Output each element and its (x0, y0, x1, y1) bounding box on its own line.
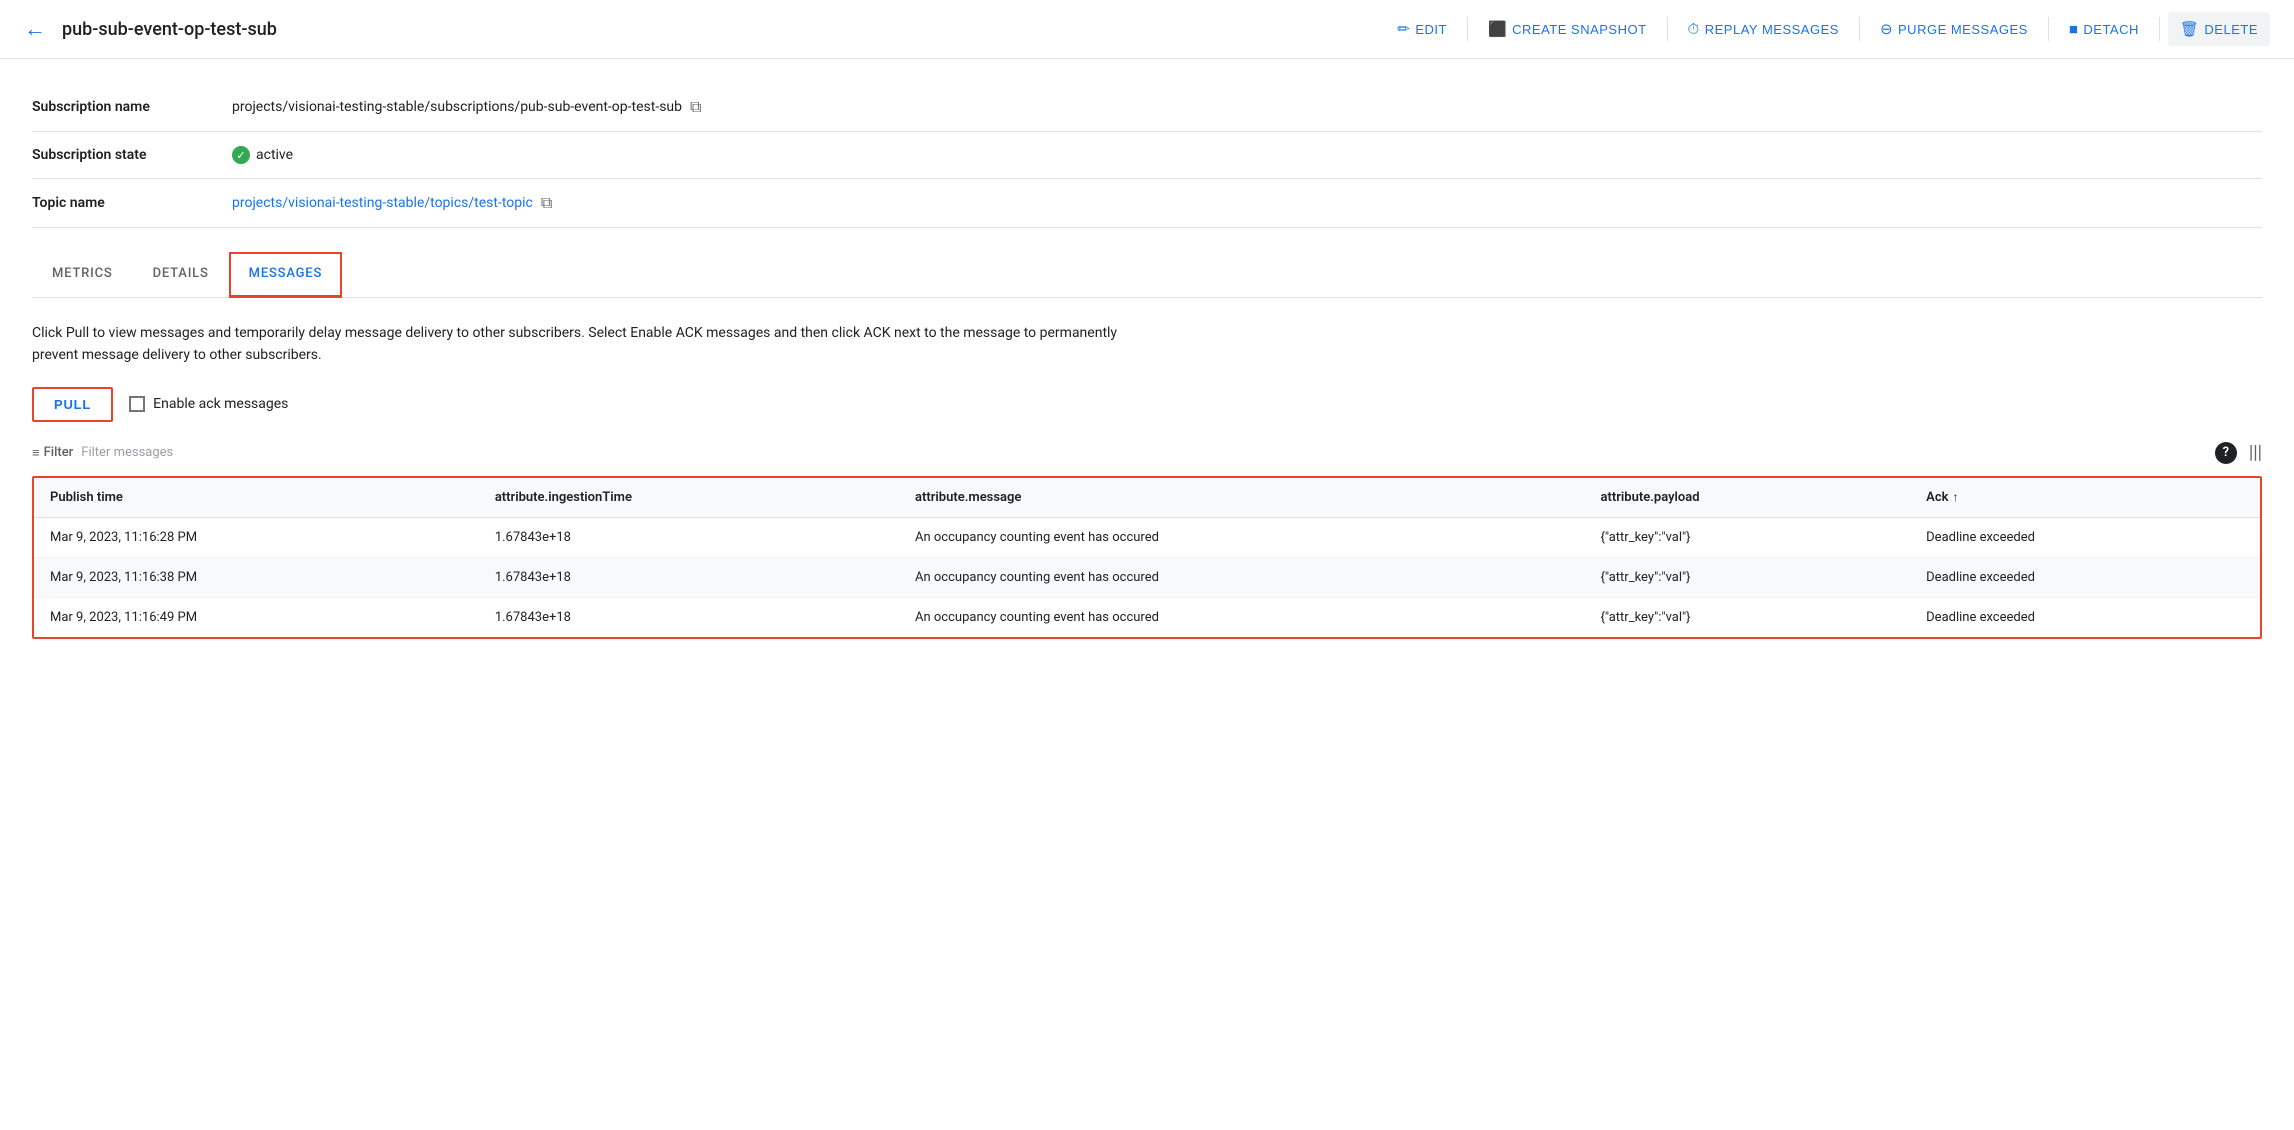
detach-button[interactable]: ■ DETACH (2057, 13, 2151, 46)
cell-publish-time: Mar 9, 2023, 11:16:38 PM (34, 557, 479, 597)
col-payload: attribute.payload (1584, 478, 1910, 518)
tabs-section: METRICS DETAILS MESSAGES (32, 252, 2262, 298)
subscription-state-label: Subscription state (32, 132, 232, 179)
copy-topic-name-icon[interactable]: ⧉ (541, 193, 552, 213)
cell-ingestion-time: 1.67843e+18 (479, 597, 899, 637)
filter-placeholder[interactable]: Filter messages (81, 445, 173, 460)
cell-ack: Deadline exceeded (1910, 557, 2260, 597)
replay-messages-label: REPLAY MESSAGES (1705, 22, 1839, 37)
cell-message: An occupancy counting event has occured (899, 557, 1584, 597)
ack-checkbox-row: Enable ack messages (129, 396, 288, 412)
cell-ingestion-time: 1.67843e+18 (479, 557, 899, 597)
create-snapshot-button[interactable]: ⬛ CREATE SNAPSHOT (1476, 12, 1659, 46)
cell-message: An occupancy counting event has occured (899, 517, 1584, 557)
cell-ingestion-time: 1.67843e+18 (479, 517, 899, 557)
divider-3 (1859, 17, 1860, 41)
trash-icon: 🗑 (2180, 20, 2200, 38)
tab-metrics[interactable]: METRICS (32, 252, 133, 298)
replay-icon: ⏱ (1688, 21, 1700, 38)
back-icon: ← (24, 16, 46, 42)
info-section: Subscription name projects/visionai-test… (0, 59, 2294, 236)
detach-icon: ■ (2069, 21, 2079, 38)
edit-button[interactable]: ✏ EDIT (1385, 12, 1459, 46)
tabs-bar: METRICS DETAILS MESSAGES (32, 252, 2262, 298)
delete-label: DELETE (2204, 22, 2258, 37)
toolbar-actions: ✏ EDIT ⬛ CREATE SNAPSHOT ⏱ REPLAY MESSAG… (1385, 12, 2270, 46)
description-text: Click Pull to view messages and temporar… (32, 322, 1132, 367)
enable-ack-label: Enable ack messages (153, 396, 288, 412)
cell-ack: Deadline exceeded (1910, 597, 2260, 637)
divider-5 (2159, 17, 2160, 41)
sort-arrow-icon[interactable]: ↑ (1952, 490, 1958, 504)
toolbar: ← pub-sub-event-op-test-sub ✏ EDIT ⬛ CRE… (0, 0, 2294, 59)
divider-4 (2048, 17, 2049, 41)
cell-payload: {"attr_key":"val"} (1584, 517, 1910, 557)
filter-label: Filter (44, 445, 74, 460)
subscription-state-row: Subscription state ✓ active (32, 132, 2262, 179)
cell-message: An occupancy counting event has occured (899, 597, 1584, 637)
cell-publish-time: Mar 9, 2023, 11:16:28 PM (34, 517, 479, 557)
subscription-state-text: active (256, 147, 293, 163)
subscription-name-label: Subscription name (32, 83, 232, 132)
messages-table-container: Publish time attribute.ingestionTime att… (32, 476, 2262, 639)
status-badge: ✓ active (232, 146, 2262, 164)
messages-content: Click Pull to view messages and temporar… (0, 298, 2294, 663)
pull-row: PULL Enable ack messages (32, 387, 2262, 422)
topic-name-label: Topic name (32, 179, 232, 228)
delete-button[interactable]: 🗑 DELETE (2168, 12, 2270, 46)
table-row: Mar 9, 2023, 11:16:49 PM 1.67843e+18 An … (34, 597, 2260, 637)
edit-label: EDIT (1415, 22, 1447, 37)
back-button[interactable]: ← (24, 12, 54, 46)
topic-name-text: projects/visionai-testing-stable/topics/… (232, 195, 533, 211)
topic-name-link[interactable]: projects/visionai-testing-stable/topics/… (232, 193, 2262, 213)
info-table: Subscription name projects/visionai-test… (32, 83, 2262, 228)
subscription-name-text: projects/visionai-testing-stable/subscri… (232, 99, 682, 115)
page-title: pub-sub-event-op-test-sub (62, 19, 277, 40)
filter-bar: ≡ Filter Filter messages ? ||| (32, 442, 2262, 472)
cell-payload: {"attr_key":"val"} (1584, 557, 1910, 597)
table-header: Publish time attribute.ingestionTime att… (34, 478, 2260, 518)
subscription-state-value-cell: ✓ active (232, 132, 2262, 179)
help-icon[interactable]: ? (2215, 442, 2237, 464)
filter-right: ? ||| (2215, 442, 2262, 464)
messages-table: Publish time attribute.ingestionTime att… (34, 478, 2260, 637)
purge-messages-button[interactable]: ⊖ PURGE MESSAGES (1868, 12, 2040, 46)
subscription-name-value-cell: projects/visionai-testing-stable/subscri… (232, 83, 2262, 132)
status-dot: ✓ (232, 146, 250, 164)
subscription-name-row: Subscription name projects/visionai-test… (32, 83, 2262, 132)
table-row: Mar 9, 2023, 11:16:38 PM 1.67843e+18 An … (34, 557, 2260, 597)
copy-subscription-name-icon[interactable]: ⧉ (690, 97, 701, 117)
filter-icon: ≡ (32, 445, 40, 461)
cell-ack: Deadline exceeded (1910, 517, 2260, 557)
replay-messages-button[interactable]: ⏱ REPLAY MESSAGES (1676, 13, 1851, 46)
col-publish-time: Publish time (34, 478, 479, 518)
table-body: Mar 9, 2023, 11:16:28 PM 1.67843e+18 An … (34, 517, 2260, 637)
purge-icon: ⊖ (1880, 20, 1893, 38)
cell-publish-time: Mar 9, 2023, 11:16:49 PM (34, 597, 479, 637)
table-row: Mar 9, 2023, 11:16:28 PM 1.67843e+18 An … (34, 517, 2260, 557)
topic-name-value-cell: projects/visionai-testing-stable/topics/… (232, 179, 2262, 228)
columns-icon[interactable]: ||| (2249, 442, 2262, 463)
cell-payload: {"attr_key":"val"} (1584, 597, 1910, 637)
divider-2 (1667, 17, 1668, 41)
col-message: attribute.message (899, 478, 1584, 518)
pull-button[interactable]: PULL (32, 387, 113, 422)
subscription-name-value-container: projects/visionai-testing-stable/subscri… (232, 97, 2262, 117)
col-ingestion-time: attribute.ingestionTime (479, 478, 899, 518)
col-ack: Ack ↑ (1910, 478, 2260, 518)
create-snapshot-label: CREATE SNAPSHOT (1512, 22, 1646, 37)
filter-icon-label: ≡ Filter (32, 445, 73, 461)
edit-icon: ✏ (1397, 20, 1410, 38)
enable-ack-checkbox[interactable] (129, 396, 145, 412)
camera-icon: ⬛ (1488, 20, 1507, 38)
purge-messages-label: PURGE MESSAGES (1898, 22, 2028, 37)
topic-name-row: Topic name projects/visionai-testing-sta… (32, 179, 2262, 228)
detach-label: DETACH (2083, 22, 2138, 37)
tab-messages[interactable]: MESSAGES (229, 252, 342, 298)
table-header-row: Publish time attribute.ingestionTime att… (34, 478, 2260, 518)
divider-1 (1467, 17, 1468, 41)
tab-details[interactable]: DETAILS (133, 252, 229, 298)
